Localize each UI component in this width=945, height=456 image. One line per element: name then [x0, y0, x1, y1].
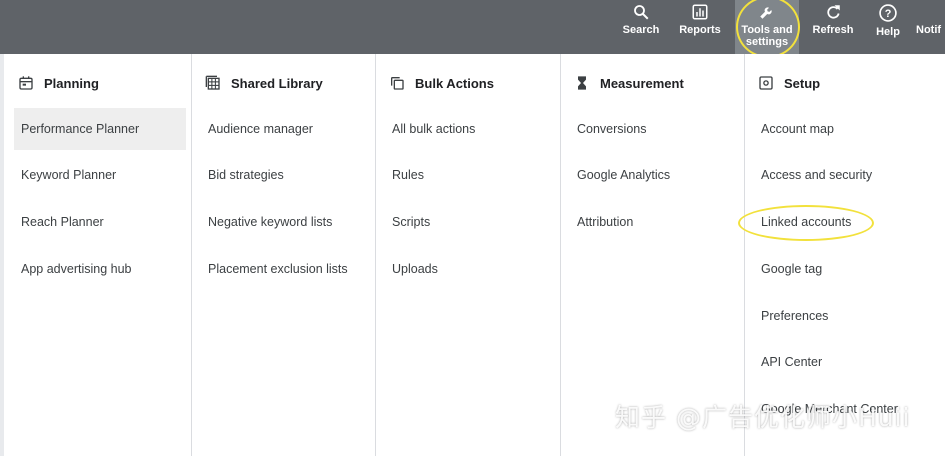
svg-text:?: ?	[885, 8, 892, 20]
menu-item-google-analytics[interactable]: Google Analytics	[570, 154, 670, 196]
help-button[interactable]: ? Help	[871, 0, 905, 54]
watermark: 知乎 @广告优化师小Huii	[615, 403, 911, 432]
column-planning: Planning Performance Planner Keyword Pla…	[4, 54, 192, 456]
menu-item-attribution[interactable]: Attribution	[570, 201, 633, 243]
library-grid-icon	[205, 75, 220, 90]
wrench-icon	[760, 7, 772, 19]
column-heading-shared-library: Shared Library	[205, 75, 323, 91]
menu-item-uploads[interactable]: Uploads	[385, 248, 438, 290]
column-setup: Setup Account map Access and security Li…	[738, 54, 945, 456]
copy-stack-icon	[391, 77, 404, 90]
menu-item-bid-strategies[interactable]: Bid strategies	[201, 154, 284, 196]
tools-menu-panel: Planning Performance Planner Keyword Pla…	[4, 54, 945, 456]
menu-item-access-and-security[interactable]: Access and security	[754, 154, 872, 196]
bar-chart-icon	[692, 4, 708, 20]
column-heading-bulk-actions: Bulk Actions	[389, 75, 494, 91]
menu-item-all-bulk-actions[interactable]: All bulk actions	[385, 108, 475, 150]
column-heading-planning: Planning	[18, 75, 99, 91]
menu-item-audience-manager[interactable]: Audience manager	[201, 108, 313, 150]
column-title: Shared Library	[231, 75, 323, 91]
refresh-button[interactable]: Refresh	[811, 0, 855, 54]
refresh-label: Refresh	[812, 24, 854, 36]
menu-item-conversions[interactable]: Conversions	[570, 108, 646, 150]
menu-item-negative-keyword-lists[interactable]: Negative keyword lists	[201, 201, 332, 243]
menu-item-account-map[interactable]: Account map	[754, 108, 834, 150]
column-bulk-actions: Bulk Actions All bulk actions Rules Scri…	[375, 54, 561, 456]
tools-label-line1: Tools and	[741, 24, 793, 36]
search-button[interactable]: Search	[621, 0, 661, 54]
column-shared-library: Shared Library Audience manager Bid stra…	[191, 54, 376, 456]
help-icon: ?	[879, 4, 897, 22]
notifications-label: Notif	[916, 24, 942, 36]
top-toolbar: Search Reports Tools and settings Refres…	[0, 0, 945, 58]
menu-item-app-advertising-hub[interactable]: App advertising hub	[14, 248, 132, 290]
search-icon	[634, 5, 649, 20]
menu-item-performance-planner[interactable]: Performance Planner	[14, 108, 186, 150]
column-measurement: Measurement Conversions Google Analytics…	[560, 54, 745, 456]
reports-button[interactable]: Reports	[677, 0, 723, 54]
menu-item-keyword-planner[interactable]: Keyword Planner	[14, 154, 116, 196]
column-title: Measurement	[600, 75, 684, 91]
menu-item-google-tag[interactable]: Google tag	[754, 248, 822, 290]
menu-item-scripts[interactable]: Scripts	[385, 201, 430, 243]
menu-item-api-center[interactable]: API Center	[754, 341, 822, 383]
notifications-button[interactable]: Notif	[916, 0, 945, 54]
hourglass-icon	[578, 76, 586, 90]
calendar-icon	[19, 76, 33, 90]
menu-item-placement-exclusion-lists[interactable]: Placement exclusion lists	[201, 248, 348, 290]
reports-label: Reports	[679, 24, 721, 36]
search-label: Search	[622, 24, 660, 36]
gear-icon	[759, 76, 773, 90]
menu-item-preferences[interactable]: Preferences	[754, 295, 828, 337]
column-heading-measurement: Measurement	[574, 75, 684, 91]
menu-item-rules[interactable]: Rules	[385, 154, 424, 196]
column-heading-setup: Setup	[758, 75, 820, 91]
column-title: Planning	[44, 75, 99, 91]
refresh-icon	[827, 5, 840, 19]
help-label: Help	[876, 26, 900, 38]
column-title: Bulk Actions	[415, 75, 494, 91]
menu-item-linked-accounts[interactable]: Linked accounts	[754, 201, 851, 243]
menu-item-reach-planner[interactable]: Reach Planner	[14, 201, 104, 243]
column-title: Setup	[784, 75, 821, 91]
tools-label-line2: settings	[745, 36, 789, 48]
tools-and-settings-button[interactable]: Tools and settings	[735, 0, 799, 54]
